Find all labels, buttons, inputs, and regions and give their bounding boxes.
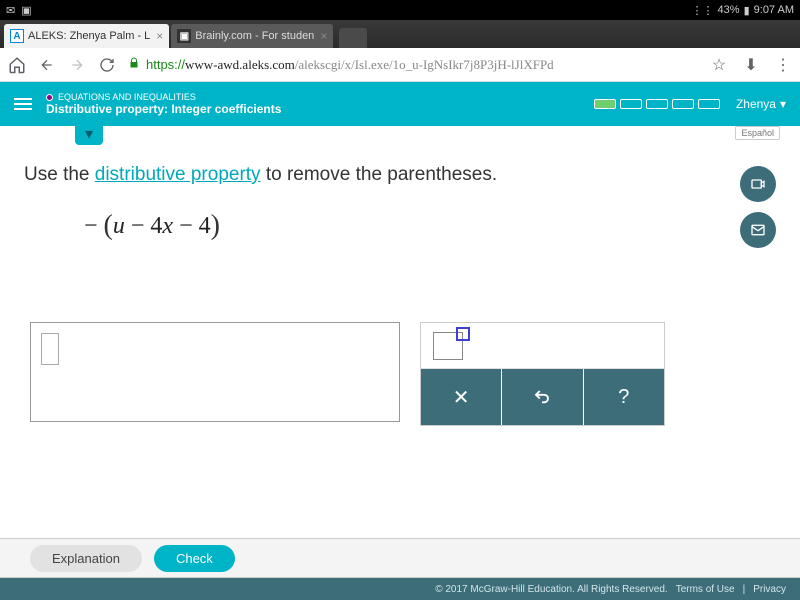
explanation-button[interactable]: Explanation	[30, 545, 142, 572]
home-icon[interactable]	[8, 56, 26, 74]
multiply-key[interactable]: ✕	[421, 369, 502, 425]
help-key[interactable]: ?	[584, 369, 664, 425]
answer-input[interactable]	[30, 322, 400, 422]
message-button[interactable]	[740, 212, 776, 248]
dropdown-tab[interactable]: ▾	[75, 123, 103, 145]
terms-link[interactable]: Terms of Use	[676, 584, 735, 595]
wifi-icon: ⋮⋮	[692, 4, 714, 17]
footer: © 2017 McGraw-Hill Education. All Rights…	[0, 578, 800, 600]
battery-text: 43%	[718, 4, 740, 16]
topic-title: Distributive property: Integer coefficie…	[46, 102, 281, 116]
battery-icon: ▮	[744, 4, 750, 17]
user-menu[interactable]: Zhenya ▾	[736, 97, 786, 111]
chevron-down-icon: ▾	[780, 97, 786, 111]
browser-nav-bar: https:// www-awd.aleks.com /alekscgi/x/I…	[0, 48, 800, 82]
tab-title: Brainly.com - For studen	[195, 30, 314, 42]
aleks-favicon: A	[10, 29, 24, 43]
check-button[interactable]: Check	[154, 545, 235, 572]
clock-text: 9:07 AM	[754, 4, 794, 16]
brainly-favicon: ▣	[177, 29, 191, 43]
android-status-bar: ✉ ▣ ⋮⋮ 43% ▮ 9:07 AM	[0, 0, 800, 20]
video-help-button[interactable]	[740, 166, 776, 202]
undo-key[interactable]	[502, 369, 583, 425]
picture-icon: ▣	[21, 4, 31, 17]
copyright-text: © 2017 McGraw-Hill Education. All Rights…	[435, 584, 667, 595]
new-tab-button[interactable]	[339, 28, 367, 48]
tab-aleks[interactable]: A ALEKS: Zhenya Palm - L ×	[4, 24, 169, 48]
star-icon[interactable]: ☆	[710, 56, 728, 74]
menu-dots-icon[interactable]: ⋮	[774, 56, 792, 74]
close-icon[interactable]: ×	[320, 29, 327, 43]
sub-bar: ▾ Español	[0, 126, 800, 146]
action-bar: Explanation Check	[0, 538, 800, 578]
distributive-property-link[interactable]: distributive property	[95, 164, 261, 185]
content-area: Use the distributive property to remove …	[0, 146, 800, 426]
forward-icon[interactable]	[68, 56, 86, 74]
math-keypad: ✕ ?	[420, 322, 665, 426]
url-path: /alekscgi/x/Isl.exe/1o_u-IgNsIkr7j8P3jH-…	[295, 57, 554, 73]
category-dot-icon	[46, 94, 53, 101]
cursor-placeholder	[41, 333, 59, 365]
browser-tab-strip: A ALEKS: Zhenya Palm - L × ▣ Brainly.com…	[0, 20, 800, 48]
reload-icon[interactable]	[98, 56, 116, 74]
address-bar[interactable]: https:// www-awd.aleks.com /alekscgi/x/I…	[128, 53, 698, 77]
question-text: Use the distributive property to remove …	[24, 164, 776, 186]
url-domain: www-awd.aleks.com	[185, 57, 295, 73]
tab-brainly[interactable]: ▣ Brainly.com - For studen ×	[171, 24, 333, 48]
math-expression: − (u − 4x − 4)	[84, 210, 776, 242]
progress-indicator	[594, 99, 720, 109]
language-toggle[interactable]: Español	[735, 126, 780, 140]
aleks-header: EQUATIONS AND INEQUALITIES Distributive …	[0, 82, 800, 126]
hamburger-menu-icon[interactable]	[14, 98, 32, 110]
back-icon[interactable]	[38, 56, 56, 74]
exponent-key[interactable]	[433, 332, 463, 360]
url-protocol: https://	[146, 57, 185, 72]
privacy-link[interactable]: Privacy	[753, 584, 786, 595]
close-icon[interactable]: ×	[156, 29, 163, 43]
category-label: EQUATIONS AND INEQUALITIES	[46, 92, 281, 102]
mail-icon: ✉	[6, 4, 15, 17]
download-icon[interactable]: ⬇	[742, 56, 760, 74]
lock-icon	[128, 57, 140, 72]
tab-title: ALEKS: Zhenya Palm - L	[28, 30, 150, 42]
